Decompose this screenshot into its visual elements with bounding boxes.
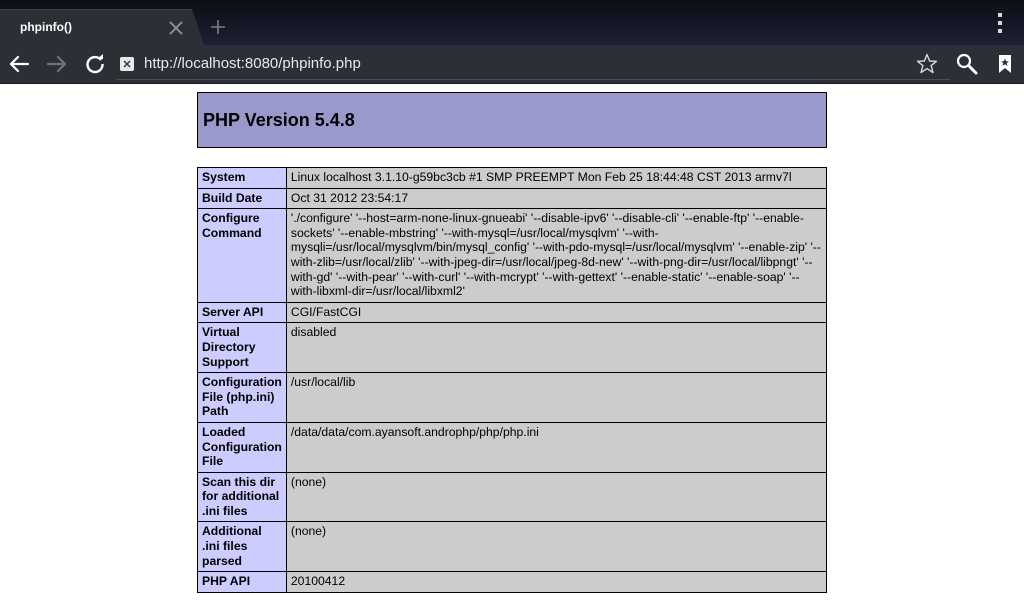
row-label: Configuration File (php.ini) Path [197, 372, 287, 423]
row-label: Loaded Configuration File [197, 421, 287, 473]
row-label: System [197, 167, 287, 189]
row-label: Virtual Directory Support [197, 322, 287, 374]
page-title: PHP Version 5.4.8 [203, 110, 355, 130]
row-label: PHP API [197, 571, 287, 593]
table-row: System Linux localhost 3.1.10-g59bc3cb #… [197, 167, 828, 189]
tab-strip: phpinfo() [0, 0, 1024, 46]
row-label: Additional .ini files parsed [197, 521, 287, 573]
bookmarks-icon [999, 55, 1011, 73]
close-icon[interactable] [166, 18, 186, 38]
php-version-header: PHP Version 5.4.8 [197, 92, 827, 148]
forward-arrow-icon [46, 55, 67, 73]
row-label: Server API [197, 301, 287, 324]
table-row: Server API CGI/FastCGI [197, 301, 828, 324]
table-row: Configure Command './configure' '--host=… [197, 208, 828, 303]
page-content: PHP Version 5.4.8 System Linux localhost… [0, 84, 1024, 601]
back-button[interactable] [2, 45, 36, 83]
overflow-menu-icon [990, 13, 1010, 39]
row-value: disabled [285, 322, 828, 374]
bookmark-star-button[interactable] [910, 45, 944, 83]
row-value: Oct 31 2012 23:54:17 [285, 187, 828, 210]
table-row: Build Date Oct 31 2012 23:54:17 [197, 187, 828, 210]
reload-icon [86, 54, 104, 74]
tab-phpinfo[interactable]: phpinfo() [0, 9, 192, 46]
search-button[interactable] [950, 45, 984, 83]
tab-title: phpinfo() [20, 20, 72, 34]
address-bar[interactable]: http://localhost:8080/phpinfo.php [116, 51, 950, 80]
table-row: Scan this dir for additional .ini files … [197, 471, 828, 523]
reload-button[interactable] [78, 45, 112, 83]
browser-toolbar: http://localhost:8080/phpinfo.php [0, 45, 1024, 84]
row-label: Build Date [197, 187, 287, 210]
row-value: /data/data/com.ayansoft.androphp/php/php… [285, 421, 828, 473]
table-row: Loaded Configuration File /data/data/com… [197, 421, 828, 473]
table-row: Additional .ini files parsed (none) [197, 521, 828, 573]
table-row: PHP API 20100412 [197, 571, 828, 593]
site-favicon-icon [120, 57, 134, 71]
url-text: http://localhost:8080/phpinfo.php [144, 55, 361, 72]
table-row: Virtual Directory Support disabled [197, 322, 828, 374]
star-icon [916, 53, 938, 74]
forward-button[interactable] [40, 45, 74, 83]
row-value: Linux localhost 3.1.10-g59bc3cb #1 SMP P… [285, 167, 828, 189]
phpinfo-table: System Linux localhost 3.1.10-g59bc3cb #… [197, 167, 828, 593]
row-value: /usr/local/lib [285, 372, 828, 423]
row-value: './configure' '--host=arm-none-linux-gnu… [285, 208, 828, 303]
row-value: CGI/FastCGI [285, 301, 828, 324]
row-value: (none) [285, 521, 828, 573]
row-label: Scan this dir for additional .ini files [197, 471, 287, 523]
overflow-menu-button[interactable] [990, 11, 1010, 35]
row-label: Configure Command [197, 208, 287, 303]
back-arrow-icon [9, 55, 30, 73]
row-value: 20100412 [285, 571, 828, 593]
bookmarks-button[interactable] [988, 45, 1022, 83]
search-icon [956, 53, 978, 75]
row-value: (none) [285, 471, 828, 523]
table-row: Configuration File (php.ini) Path /usr/l… [197, 372, 828, 423]
new-tab-button[interactable] [195, 9, 235, 45]
